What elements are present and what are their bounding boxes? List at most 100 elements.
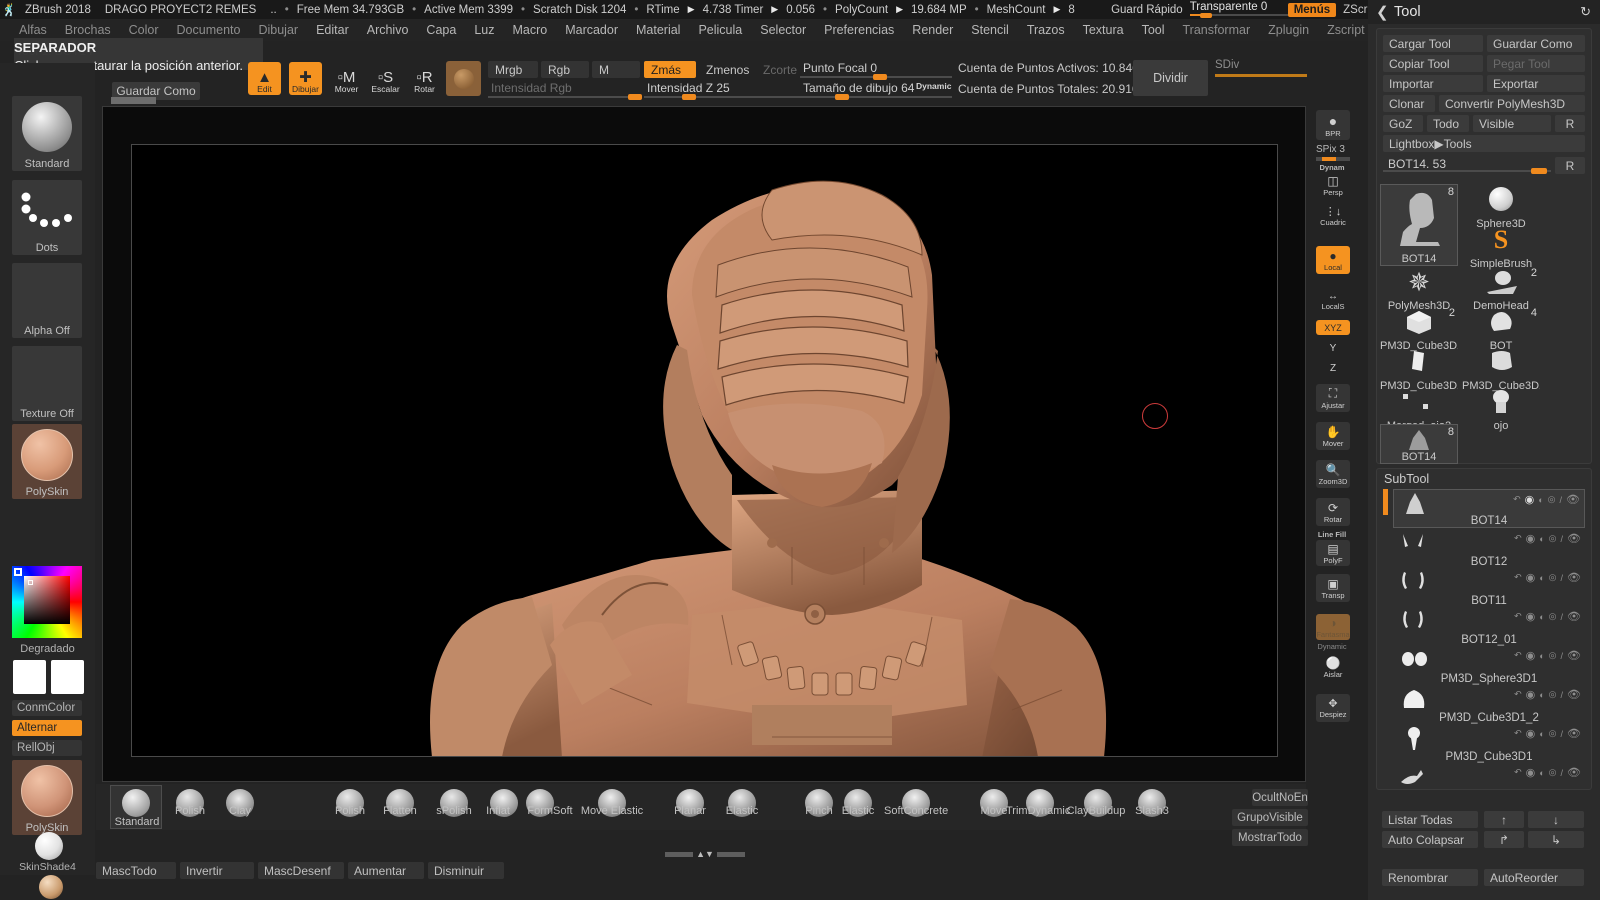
grid-button[interactable]: ⋮↓ Cuadric (1316, 202, 1350, 230)
polypaint-icon[interactable]: ◐ (1539, 729, 1544, 739)
smart-resym-icon[interactable]: ↶ (1514, 533, 1522, 544)
smart-resym-icon[interactable]: ↶ (1514, 572, 1522, 583)
transp-icon[interactable]: / (1561, 768, 1564, 778)
mask-icon[interactable]: ◎ (1549, 572, 1557, 583)
subtool-row-bot14[interactable]: ↶ ◉ ◐ ◎ / 👁 BOT14 (1393, 489, 1585, 528)
transp-icon[interactable]: / (1561, 612, 1564, 622)
color-picker[interactable] (12, 566, 82, 638)
polyframe-button[interactable]: ▤ PolyF (1316, 540, 1350, 566)
canvas-viewport[interactable] (131, 144, 1278, 757)
menus-button[interactable]: Menús (1287, 2, 1337, 17)
eye-icon[interactable]: 👁 (1567, 727, 1581, 740)
z-axis-button[interactable]: Z (1316, 358, 1350, 378)
brush-slash3[interactable]: Slash3 (1126, 786, 1178, 817)
visibility-toggle-icon[interactable]: ◉ (1526, 727, 1536, 740)
ghost-button[interactable]: ◑ Fantasma (1316, 614, 1350, 640)
subtool-row-icons[interactable]: ↶ ◉ ◐ ◎ / 👁 (1514, 649, 1581, 662)
zsub-toggle[interactable]: Zmenos (699, 61, 753, 78)
rename-button[interactable]: Renombrar (1382, 869, 1478, 886)
eye-icon[interactable]: 👁 (1567, 532, 1581, 545)
menu-item-pelicula[interactable]: Pelicula (689, 23, 751, 37)
paste-tool-button[interactable]: Pegar Tool (1487, 55, 1585, 72)
subtool-row-icons[interactable]: ↶ ◉ ◐ ◎ / 👁 (1514, 688, 1581, 701)
menu-item-preferencias[interactable]: Preferencias (815, 23, 903, 37)
visibility-toggle-icon[interactable]: ◉ (1526, 571, 1536, 584)
draw-button[interactable]: ✚ Dibujar (289, 62, 322, 95)
slider-knob[interactable] (1199, 13, 1212, 18)
subtool-row-pm3d-sphere3d1[interactable]: ↶ ◉ ◐ ◎ / 👁 PM3D_Sphere3D1 (1393, 646, 1585, 685)
sharpen-mask-button[interactable]: Aumentar (348, 862, 424, 879)
polypaint-icon[interactable]: ◐ (1538, 495, 1543, 505)
move-right-button[interactable]: ↱ (1484, 831, 1524, 848)
menu-item-documento[interactable]: Documento (168, 23, 250, 37)
zoom3d-button[interactable]: 🔍 Zoom3D (1316, 460, 1350, 488)
mask-icon[interactable]: ◎ (1549, 650, 1557, 661)
switch-color-button[interactable]: ConmColor (12, 700, 82, 716)
slider-knob[interactable] (1531, 168, 1547, 174)
divide-button[interactable]: Dividir (1133, 60, 1208, 96)
smart-resym-icon[interactable]: ↶ (1514, 689, 1522, 700)
item-r-button[interactable]: R (1555, 157, 1585, 174)
isolate-button[interactable]: ⚪ Aislar (1316, 654, 1350, 680)
brush-elastic-2[interactable]: Elastic (832, 786, 884, 817)
menu-item-selector[interactable]: Selector (751, 23, 815, 37)
menu-item-capa[interactable]: Capa (417, 23, 465, 37)
shrink-mask-button[interactable]: Disminuir (428, 862, 504, 879)
hide-not-in-button[interactable]: OcultNoEn (1252, 789, 1308, 806)
visible-r-button[interactable]: R (1555, 115, 1585, 132)
subtool-row-bot11[interactable]: ↶ ◉ ◐ ◎ / 👁 BOT11 (1393, 568, 1585, 607)
transparent-slider[interactable]: Transparente 0 (1189, 1, 1288, 18)
list-all-button[interactable]: Listar Todas (1382, 811, 1478, 828)
mask-icon[interactable]: ◎ (1549, 611, 1557, 622)
recent-material-al-ossuary[interactable] (39, 875, 63, 899)
transp-icon[interactable]: / (1560, 495, 1563, 505)
xyz-button[interactable]: XYZ (1316, 320, 1350, 335)
sdiv-slider[interactable]: SDiv (1215, 59, 1307, 78)
zcut-toggle[interactable]: Zcorte (756, 61, 804, 78)
move-down-button[interactable]: ↓ (1528, 811, 1584, 828)
stroke-slot[interactable]: Dots (12, 180, 82, 255)
clone-button[interactable]: Clonar (1383, 95, 1435, 112)
alternate-button[interactable]: Alternar (12, 720, 82, 736)
mask-icon[interactable]: ◎ (1549, 533, 1557, 544)
subtool-row-pm3d-cube3d1-2[interactable]: ↶ ◉ ◐ ◎ / 👁 PM3D_Cube3D1_2 (1393, 685, 1585, 724)
subtool-row-bot10[interactable]: ↶ ◉ ◐ ◎ / 👁 BOT10 (1393, 763, 1585, 785)
local-button[interactable]: ● Local (1316, 246, 1350, 274)
brush-formsoft[interactable]: FormSoft (514, 786, 573, 817)
alpha-slot[interactable]: Alpha Off (12, 263, 82, 338)
move-view-button[interactable]: ✋ Mover (1316, 422, 1350, 450)
menu-item-transformar[interactable]: Transformar (1174, 23, 1260, 37)
eye-icon[interactable]: 👁 (1567, 649, 1581, 662)
item-slider[interactable]: BOT14. 53 (1383, 157, 1551, 174)
brush-move-elastic[interactable]: Move Elastic (581, 786, 643, 817)
menu-item-zscript[interactable]: Zscript (1318, 23, 1374, 37)
smart-resym-icon[interactable]: ↶ (1514, 650, 1522, 661)
subtool-row-icons[interactable]: ↶ ◉ ◐ ◎ / 👁 (1514, 532, 1581, 545)
subtool-row-icons[interactable]: ↶ ◉ ◐ ◎ / 👁 (1514, 610, 1581, 623)
load-tool-button[interactable]: Cargar Tool (1383, 35, 1483, 52)
rotate-view-button[interactable]: ⟳ Rotar (1316, 498, 1350, 526)
secondary-color-swatch[interactable] (51, 660, 84, 694)
nav-up-arrow-icon[interactable]: ▲▼ (696, 849, 714, 859)
menu-item-tool[interactable]: Tool (1133, 23, 1174, 37)
spix-label[interactable]: SPix 3 (1312, 144, 1352, 155)
mask-icon[interactable]: ◎ (1549, 728, 1557, 739)
subtool-scrollbar[interactable] (1383, 489, 1388, 515)
subtool-list[interactable]: ↶ ◉ ◐ ◎ / 👁 BOT14 ↶ ◉ ◐ ◎ / 👁 BOT12 ↶ ◉ … (1383, 489, 1585, 785)
subtool-row-bot12[interactable]: ↶ ◉ ◐ ◎ / 👁 BOT12 (1393, 529, 1585, 568)
menu-item-textura[interactable]: Textura (1074, 23, 1133, 37)
smart-resym-icon[interactable]: ↶ (1514, 728, 1522, 739)
mask-all-button[interactable]: MascTodo (96, 862, 176, 879)
mask-icon[interactable]: ◎ (1548, 494, 1556, 505)
quick-save-button[interactable]: Guard Rápido (1104, 4, 1190, 16)
brush-elastic-1[interactable]: Elastic (716, 786, 768, 817)
subtool-row-icons[interactable]: ↶ ◉ ◐ ◎ / 👁 (1514, 766, 1581, 779)
move-up-button[interactable]: ↑ (1484, 811, 1524, 828)
brush-claybuildup[interactable]: ClayBuildup (1067, 786, 1125, 817)
menu-item-macro[interactable]: Macro (503, 23, 556, 37)
menu-item-zplugin[interactable]: Zplugin (1259, 23, 1318, 37)
refresh-icon[interactable]: ↻ (1580, 4, 1591, 20)
transp-icon[interactable]: / (1561, 690, 1564, 700)
tool-item-bot14-b[interactable]: 8 BOT14 (1380, 424, 1458, 464)
menu-item-alfas[interactable]: Alfas (10, 23, 56, 37)
